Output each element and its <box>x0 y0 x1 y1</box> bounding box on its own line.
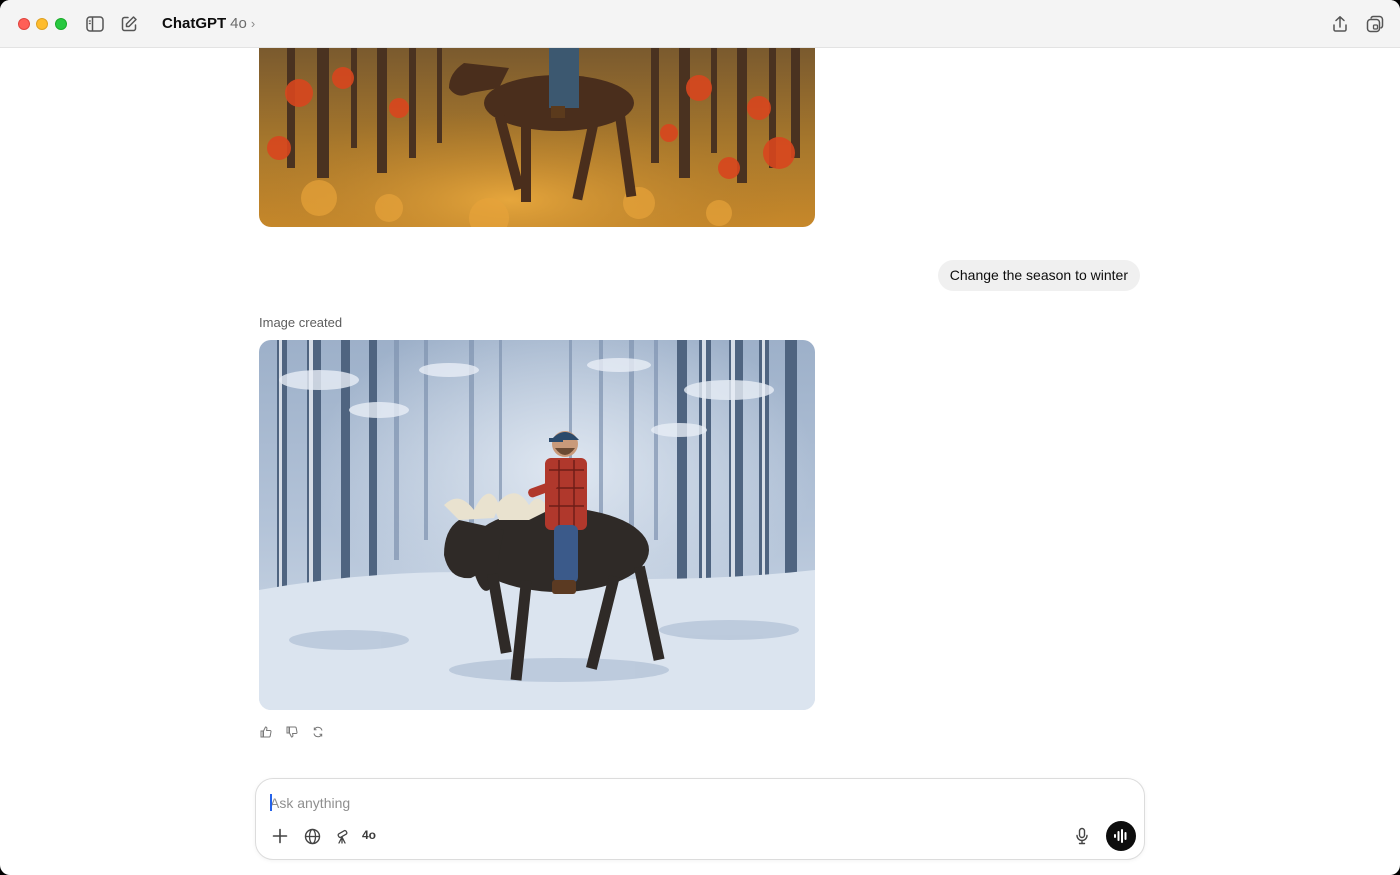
model-name: 4o <box>230 15 247 32</box>
zoom-window-button[interactable] <box>55 18 67 30</box>
app-name: ChatGPT <box>162 15 227 32</box>
message-input[interactable] <box>270 793 970 813</box>
image-created-label: Image created <box>259 315 343 330</box>
chevron-right-icon: › <box>250 16 256 31</box>
generated-image-winter[interactable] <box>259 340 815 710</box>
app-window: ChatGPT 4o › Change the season to winter… <box>0 0 1400 875</box>
microphone-icon[interactable] <box>1071 825 1093 847</box>
title-bar: ChatGPT 4o › <box>0 0 1400 48</box>
telescope-icon[interactable] <box>331 825 353 847</box>
generated-image-autumn[interactable] <box>259 48 815 227</box>
thumbs-down-icon[interactable] <box>285 724 299 740</box>
message-composer: 4o <box>255 778 1145 860</box>
thumbs-up-icon[interactable] <box>259 724 273 740</box>
minimize-window-button[interactable] <box>36 18 48 30</box>
model-selector[interactable]: ChatGPT 4o › <box>162 15 255 32</box>
sidebar-toggle-icon[interactable] <box>85 14 105 34</box>
user-message-bubble: Change the season to winter <box>937 260 1140 291</box>
text-caret <box>270 794 272 811</box>
model-chip[interactable]: 4o <box>362 828 376 842</box>
message-actions <box>259 724 325 740</box>
globe-icon[interactable] <box>301 825 323 847</box>
regenerate-icon[interactable] <box>311 724 325 740</box>
close-window-button[interactable] <box>18 18 30 30</box>
share-icon[interactable] <box>1330 14 1350 34</box>
voice-waveform-icon[interactable] <box>1106 821 1136 851</box>
new-window-icon[interactable] <box>1365 14 1385 34</box>
compose-icon[interactable] <box>119 14 139 34</box>
plus-icon[interactable] <box>269 825 291 847</box>
